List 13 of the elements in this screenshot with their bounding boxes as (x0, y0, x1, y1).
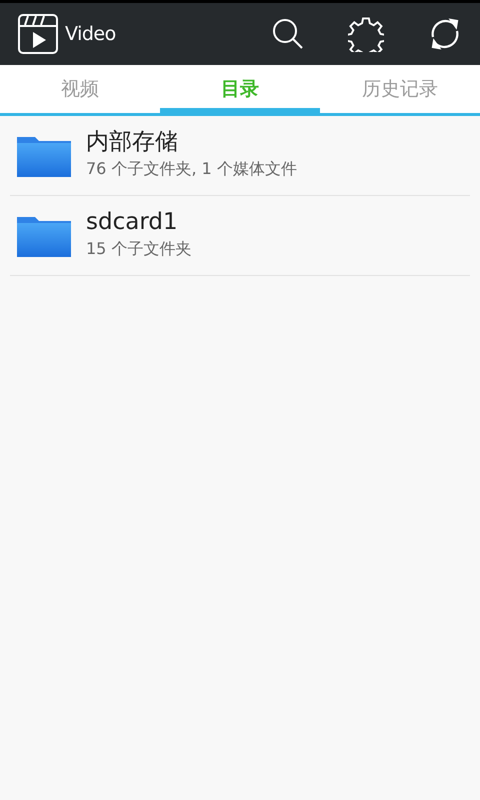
video-clapper-icon (18, 14, 58, 54)
folder-name: 内部存储 (86, 128, 179, 157)
tab[interactable]: 视频 (0, 65, 160, 113)
folder-item[interactable]: 内部存储 76 个子文件夹, 1 个媒体文件 (10, 116, 470, 196)
folder-name: sdcard1 (86, 208, 179, 237)
folder-details: 15 个子文件夹 (86, 239, 192, 260)
tab[interactable]: 历史记录 (320, 65, 480, 113)
folder-item[interactable]: sdcard1 15 个子文件夹 (10, 196, 470, 276)
tab[interactable]: 目录 (160, 65, 320, 113)
settings-button[interactable] (348, 16, 384, 52)
search-button[interactable] (272, 18, 304, 50)
folder-details: 76 个子文件夹, 1 个媒体文件 (86, 159, 297, 180)
app-title: Video (65, 23, 117, 45)
